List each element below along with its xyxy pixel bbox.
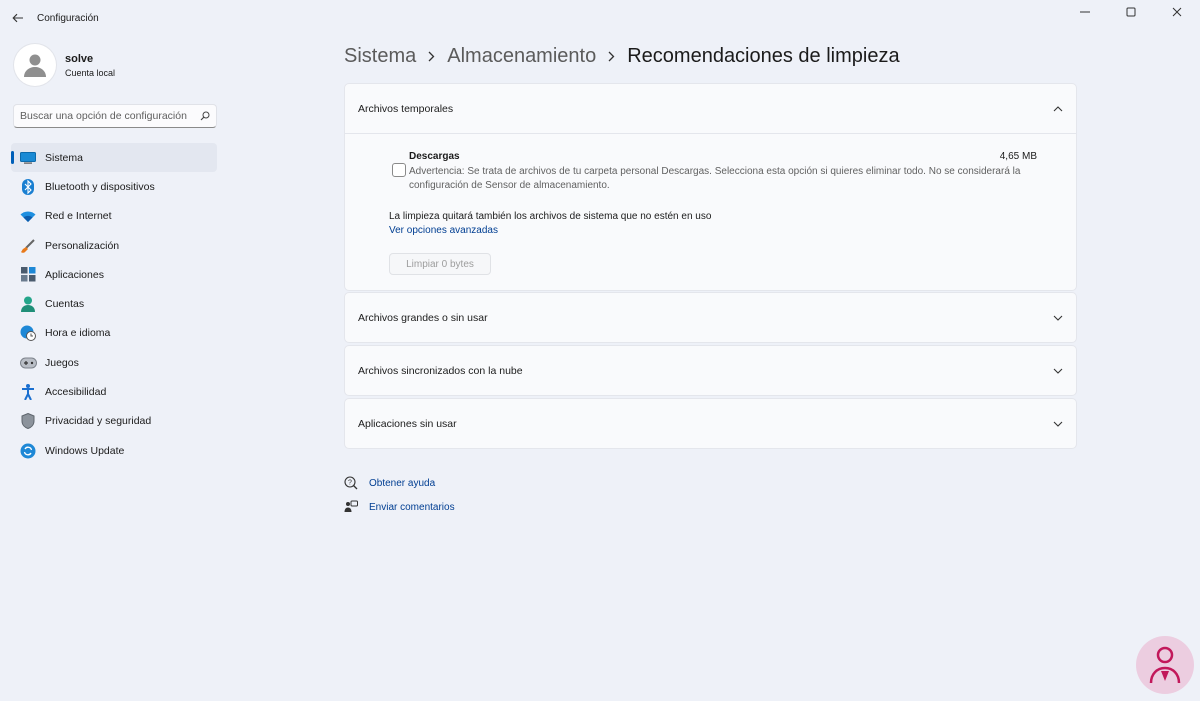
chevron-right-icon xyxy=(428,51,435,62)
close-icon xyxy=(1172,7,1182,17)
sidebar-item-label: Juegos xyxy=(45,356,79,369)
sidebar-item-label: Hora e idioma xyxy=(45,327,111,340)
large-files-title: Archivos grandes o sin usar xyxy=(358,311,488,324)
downloads-title: Descargas xyxy=(409,151,460,162)
close-button[interactable] xyxy=(1154,0,1200,24)
downloads-size: 4,65 MB xyxy=(999,151,1037,162)
minimize-button[interactable] xyxy=(1062,0,1108,24)
sidebar-item-red[interactable]: Red e Internet xyxy=(11,202,217,231)
back-arrow-icon xyxy=(12,13,23,23)
temp-files-header[interactable]: Archivos temporales xyxy=(345,84,1076,133)
advanced-options-link[interactable]: Ver opciones avanzadas xyxy=(389,225,498,236)
profile-name: solve xyxy=(65,52,94,65)
send-feedback-link[interactable]: Enviar comentarios xyxy=(344,495,455,519)
unused-apps-card[interactable]: Aplicaciones sin usar xyxy=(344,398,1077,449)
minimize-icon xyxy=(1080,11,1090,13)
bluetooth-icon xyxy=(19,178,37,195)
apps-icon xyxy=(19,267,37,283)
unused-apps-header[interactable]: Aplicaciones sin usar xyxy=(345,399,1076,448)
maximize-button[interactable] xyxy=(1108,0,1154,24)
sidebar-item-label: Personalización xyxy=(45,239,120,252)
profile-text: solve Cuenta local xyxy=(65,53,115,78)
sidebar-item-personalizacion[interactable]: Personalización xyxy=(11,231,217,260)
title-bar: Configuración xyxy=(0,0,1200,36)
wifi-icon xyxy=(19,208,37,224)
svg-text:?: ? xyxy=(348,480,352,487)
accessibility-icon xyxy=(19,384,37,401)
chevron-up-icon xyxy=(1053,105,1063,111)
search-icon xyxy=(200,111,210,121)
cleanup-note: La limpieza quitará también los archivos… xyxy=(389,211,712,222)
user-avatar-icon xyxy=(24,54,46,77)
search-input[interactable]: Buscar una opción de configuración xyxy=(13,104,217,128)
sidebar-item-cuentas[interactable]: Cuentas xyxy=(11,289,217,318)
sidebar-item-aplicaciones[interactable]: Aplicaciones xyxy=(11,260,217,289)
chevron-down-icon xyxy=(1053,368,1063,374)
page-title: Recomendaciones de limpieza xyxy=(627,44,900,67)
sidebar-item-sistema[interactable]: Sistema xyxy=(11,143,217,173)
chevron-right-icon xyxy=(608,51,615,62)
large-files-header[interactable]: Archivos grandes o sin usar xyxy=(345,293,1076,342)
large-files-card[interactable]: Archivos grandes o sin usar xyxy=(344,292,1077,343)
shield-icon xyxy=(19,413,37,430)
sidebar-item-label: Windows Update xyxy=(45,444,125,457)
search-placeholder: Buscar una opción de configuración xyxy=(20,110,187,122)
sidebar-item-label: Red e Internet xyxy=(45,210,112,223)
sidebar-item-label: Aplicaciones xyxy=(45,268,104,281)
window-controls xyxy=(1062,0,1200,24)
unused-apps-title: Aplicaciones sin usar xyxy=(358,417,457,430)
avatar xyxy=(14,44,56,86)
downloads-description: Advertencia: Se trata de archivos de tu … xyxy=(409,166,1021,191)
get-help-text: Obtener ayuda xyxy=(369,477,436,489)
sidebar-item-accesibilidad[interactable]: Accesibilidad xyxy=(11,377,217,406)
get-help-link[interactable]: ? Obtener ayuda xyxy=(344,471,455,495)
temp-files-card: Archivos temporales Descargas 4,65 MB Ad… xyxy=(344,83,1077,291)
update-icon xyxy=(19,443,37,459)
gamepad-icon xyxy=(19,355,37,371)
watermark-logo xyxy=(1136,636,1194,694)
cloud-files-card[interactable]: Archivos sincronizados con la nube xyxy=(344,345,1077,396)
clean-button[interactable]: Limpiar 0 bytes xyxy=(389,253,491,275)
system-icon xyxy=(19,150,37,166)
send-feedback-text: Enviar comentarios xyxy=(369,501,455,513)
temp-files-body: Descargas 4,65 MB Advertencia: Se trata … xyxy=(345,133,1076,290)
sidebar-item-hora[interactable]: Hora e idioma xyxy=(11,319,217,348)
sidebar-item-bluetooth[interactable]: Bluetooth y dispositivos xyxy=(11,172,217,201)
sidebar-nav: Sistema Bluetooth y dispositivos Red e I… xyxy=(11,143,217,465)
back-button[interactable] xyxy=(0,0,36,36)
user-profile[interactable]: solve Cuenta local xyxy=(14,44,115,86)
chevron-down-icon xyxy=(1053,421,1063,427)
sidebar-item-privacidad[interactable]: Privacidad y seguridad xyxy=(11,407,217,436)
accounts-icon xyxy=(19,296,37,313)
app-title: Configuración xyxy=(37,12,99,24)
maximize-icon xyxy=(1126,7,1136,17)
sidebar-item-label: Accesibilidad xyxy=(45,386,107,399)
breadcrumb: Sistema Almacenamiento Recomendaciones d… xyxy=(344,42,900,70)
chevron-down-icon xyxy=(1053,315,1063,321)
sidebar-item-label: Cuentas xyxy=(45,298,85,311)
feedback-icon xyxy=(344,500,358,514)
cloud-files-title: Archivos sincronizados con la nube xyxy=(358,364,523,377)
logo-icon xyxy=(1149,646,1181,684)
help-icon: ? xyxy=(344,476,358,490)
breadcrumb-almacenamiento[interactable]: Almacenamiento xyxy=(447,45,596,68)
sidebar-item-windows-update[interactable]: Windows Update xyxy=(11,436,217,465)
sidebar-item-label: Bluetooth y dispositivos xyxy=(45,180,155,193)
help-links: ? Obtener ayuda Enviar comentarios xyxy=(344,471,455,519)
sidebar-item-label: Sistema xyxy=(45,151,83,164)
breadcrumb-sistema[interactable]: Sistema xyxy=(344,45,416,68)
sidebar-item-label: Privacidad y seguridad xyxy=(45,415,152,428)
cloud-files-header[interactable]: Archivos sincronizados con la nube xyxy=(345,346,1076,395)
profile-account-type: Cuenta local xyxy=(65,67,116,78)
downloads-checkbox[interactable] xyxy=(392,163,406,177)
temp-files-title: Archivos temporales xyxy=(358,102,454,115)
brush-icon xyxy=(19,238,37,254)
globe-clock-icon xyxy=(19,325,37,342)
sidebar-item-juegos[interactable]: Juegos xyxy=(11,348,217,377)
